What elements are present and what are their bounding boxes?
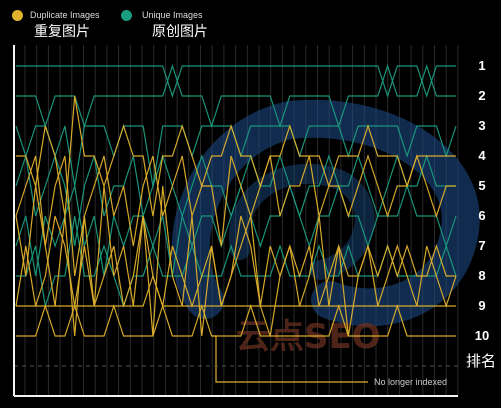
- y-axis-title: 排名: [466, 353, 497, 370]
- y-tick-label: 10: [474, 328, 490, 343]
- chart-canvas: 云点SEO: [13, 45, 480, 397]
- y-tick-label: 7: [478, 238, 486, 253]
- y-tick-label: 8: [478, 268, 486, 283]
- y-tick-label: 9: [478, 298, 486, 313]
- annotation-no-longer-indexed: No longer indexed: [374, 377, 448, 387]
- y-tick-label: 4: [478, 148, 486, 163]
- y-tick-label: 5: [478, 178, 486, 193]
- y-tick-label: 2: [478, 88, 486, 103]
- y-tick-label: 3: [478, 118, 486, 133]
- watermark-text: 云点SEO: [236, 317, 381, 357]
- y-tick-label: 1: [478, 58, 486, 73]
- y-tick-label: 6: [478, 208, 486, 223]
